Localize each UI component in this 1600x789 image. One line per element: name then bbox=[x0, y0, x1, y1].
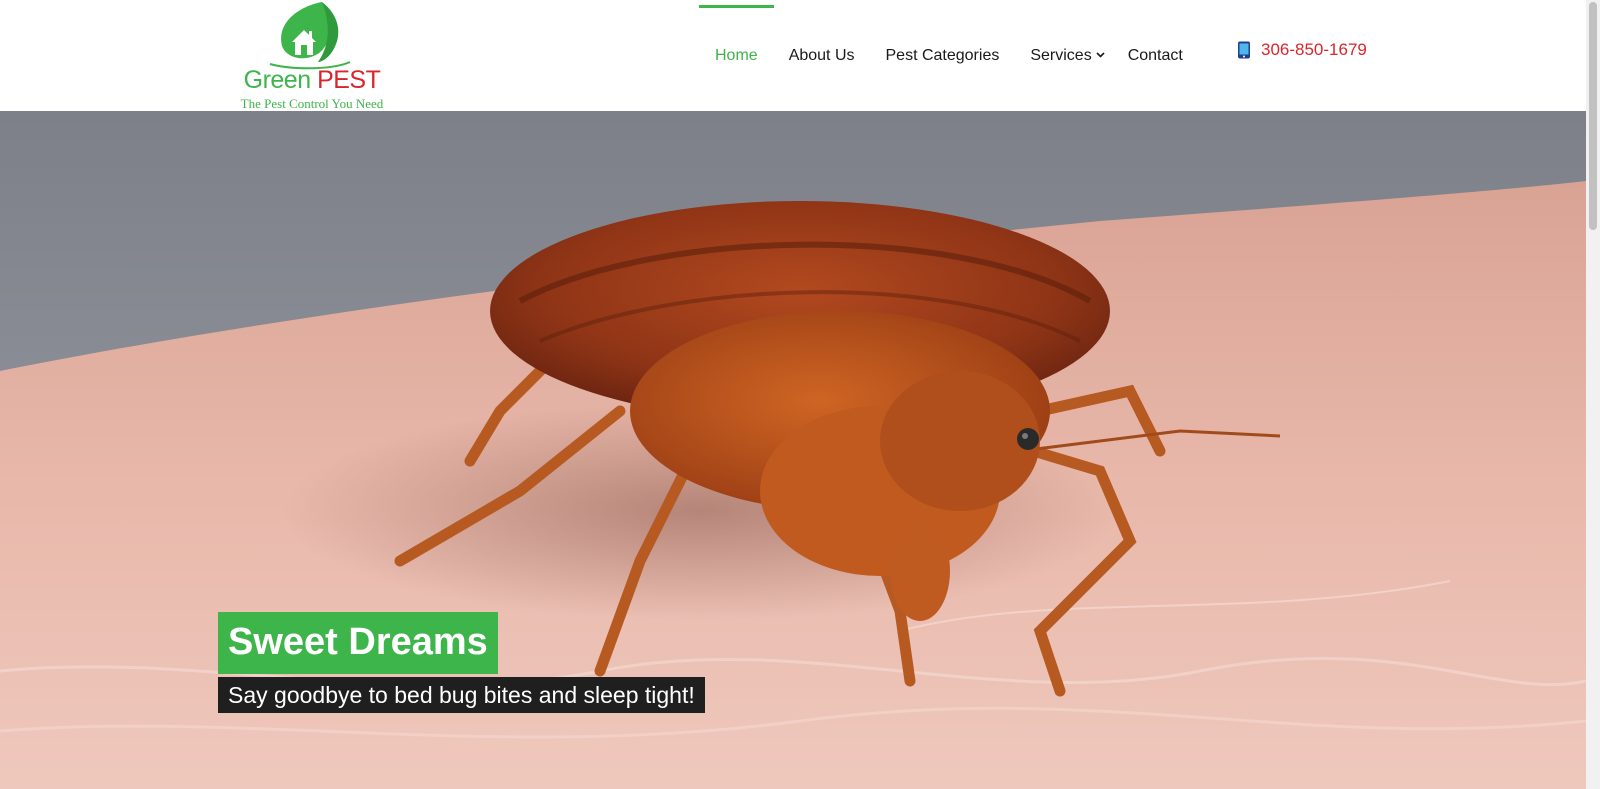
main-nav: Home About Us Pest Categories Services C… bbox=[699, 0, 1214, 111]
brand-name: Green PEST bbox=[224, 66, 400, 94]
mobile-phone-icon bbox=[1238, 41, 1250, 59]
nav-item-home[interactable]: Home bbox=[699, 0, 774, 111]
nav-item-label: Pest Categories bbox=[885, 47, 1000, 64]
page-scrollbar[interactable] bbox=[1586, 0, 1600, 789]
brand-logo[interactable]: Green PEST The Pest Control You Need bbox=[224, 0, 400, 112]
hero-slider: Sweet Dreams Say goodbye to bed bug bite… bbox=[0, 111, 1586, 789]
nav-item-label: Contact bbox=[1127, 47, 1183, 64]
nav-item-services[interactable]: Services bbox=[1030, 0, 1105, 111]
nav-item-about-us[interactable]: About Us bbox=[789, 0, 855, 111]
phone-link[interactable]: 306-850-1679 bbox=[1237, 40, 1367, 60]
brand-name-pest: PEST bbox=[317, 66, 381, 94]
nav-item-pest-categories[interactable]: Pest Categories bbox=[886, 0, 1000, 111]
scrollbar-thumb[interactable] bbox=[1589, 2, 1597, 230]
nav-item-label: Home bbox=[715, 47, 758, 64]
chevron-down-icon bbox=[1096, 52, 1105, 58]
nav-item-label: About Us bbox=[788, 47, 855, 64]
hero-title: Sweet Dreams bbox=[218, 612, 498, 674]
nav-item-contact[interactable]: Contact bbox=[1128, 0, 1183, 111]
hero-subtitle: Say goodbye to bed bug bites and sleep t… bbox=[218, 677, 705, 713]
brand-tagline: The Pest Control You Need bbox=[240, 96, 384, 111]
brand-name-green: Green bbox=[243, 66, 311, 94]
leaf-house-icon bbox=[269, 2, 351, 70]
phone-number: 306-850-1679 bbox=[1261, 40, 1367, 59]
site-header: Green PEST The Pest Control You Need Hom… bbox=[0, 0, 1586, 111]
